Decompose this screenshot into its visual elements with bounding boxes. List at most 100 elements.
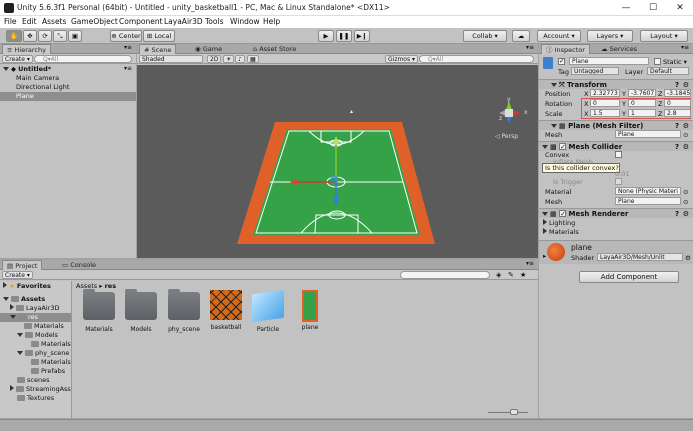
menu-gameobject[interactable]: GameObject	[71, 17, 118, 26]
material-expand-icon[interactable]: ▸	[543, 252, 546, 260]
tree-layaair3d[interactable]: LayaAir3D	[0, 304, 71, 313]
asset-phy-scene-folder[interactable]: phy_scene	[164, 289, 204, 333]
effects-toggle-icon[interactable]: ▦	[247, 55, 259, 63]
2d-toggle[interactable]: 2D	[207, 55, 222, 63]
panel-menu-icon[interactable]: ▾≡	[681, 44, 689, 51]
menu-window[interactable]: Window	[230, 17, 260, 26]
scene-menu-icon[interactable]: ▾≡	[124, 65, 132, 72]
shading-mode-dropdown[interactable]: Shaded	[139, 55, 203, 63]
persp-label[interactable]: ◁ Persp	[495, 133, 518, 140]
rect-tool-button[interactable]: ▣	[68, 30, 82, 42]
menu-help[interactable]: Help	[263, 17, 280, 26]
filter-by-type-icon[interactable]: ◈	[496, 271, 501, 279]
mesh-filter-header[interactable]: ▦ Plane (Mesh Filter) ? ⚙	[539, 120, 693, 130]
asset-models-folder[interactable]: Models	[121, 289, 161, 333]
scene-viewport[interactable]: y x z ◁ Persp	[137, 65, 538, 258]
tree-res[interactable]: res	[0, 313, 71, 322]
breadcrumb-res[interactable]: res	[105, 282, 116, 290]
filter-by-label-icon[interactable]: ✎	[508, 271, 514, 279]
asset-materials-folder[interactable]: Materials	[79, 289, 119, 333]
object-picker-icon[interactable]: ⊙	[683, 198, 688, 206]
menu-component[interactable]: Component	[119, 17, 163, 26]
tree-scenes[interactable]: scenes	[0, 376, 71, 385]
menu-edit[interactable]: Edit	[22, 17, 37, 26]
scale-z-field[interactable]: 2.8	[664, 109, 691, 117]
mesh-collider-header[interactable]: ▩ Mesh Collider ? ⚙	[539, 141, 693, 152]
project-create-button[interactable]: Create ▾	[2, 271, 33, 279]
gizmos-dropdown[interactable]: Gizmos ▾	[385, 55, 419, 63]
lighting-toggle-icon[interactable]: ☀	[223, 55, 235, 63]
tree-phy-scene[interactable]: phy_scene	[0, 349, 71, 358]
move-tool-button[interactable]: ✥	[23, 30, 37, 42]
hierarchy-item-main-camera[interactable]: Main Camera	[0, 74, 136, 83]
static-dropdown[interactable]: Static ▾	[663, 58, 687, 66]
menu-file[interactable]: File	[4, 17, 17, 26]
pivot-local-button[interactable]: ⊞ Local	[143, 30, 175, 42]
lighting-foldout[interactable]: Lighting	[543, 219, 575, 227]
scale-tool-button[interactable]: ⤡	[53, 30, 67, 42]
collab-button[interactable]: Collab ▾	[463, 30, 507, 42]
tab-game[interactable]: ◉ Game	[191, 44, 226, 54]
tab-asset-store[interactable]: ⌂ Asset Store	[249, 44, 300, 54]
panel-menu-icon[interactable]: ▾≡	[526, 44, 534, 51]
scene-root-item[interactable]: ◆ Untitled*	[0, 65, 136, 74]
convex-checkbox[interactable]	[615, 151, 622, 158]
help-icon[interactable]: ?	[675, 142, 679, 152]
tree-textures[interactable]: Textures	[0, 394, 71, 403]
active-checkbox[interactable]	[558, 57, 565, 65]
panel-menu-icon[interactable]: ▾≡	[526, 260, 534, 267]
cloud-icon[interactable]: ☁	[512, 30, 530, 42]
close-button[interactable]: ✕	[668, 1, 692, 15]
asset-particle[interactable]: Particle	[248, 289, 288, 333]
tree-streamingassets[interactable]: StreamingAsse	[0, 385, 71, 394]
hand-tool-button[interactable]: ✋	[6, 30, 22, 42]
tree-prefabs[interactable]: Prefabs	[0, 367, 71, 376]
tag-dropdown[interactable]: Untagged	[571, 67, 619, 75]
menu-assets[interactable]: Assets	[42, 17, 66, 26]
asset-plane-texture[interactable]: plane	[290, 290, 330, 331]
step-button[interactable]: ▶❙	[354, 30, 370, 42]
maximize-button[interactable]: ☐	[641, 1, 665, 15]
position-z-field[interactable]: -3.1845	[664, 89, 691, 97]
hierarchy-item-directional-light[interactable]: Directional Light	[0, 83, 136, 92]
add-component-button[interactable]: Add Component	[579, 271, 679, 283]
collider-mesh-field[interactable]: Plane	[615, 197, 681, 205]
hierarchy-create-button[interactable]: Create ▾	[2, 55, 33, 63]
rotation-z-field[interactable]: 0	[664, 99, 691, 107]
minimize-button[interactable]: —	[614, 1, 638, 15]
object-name-field[interactable]: Plane	[569, 57, 649, 65]
settings-gear-icon[interactable]: ⚙	[683, 142, 689, 152]
position-x-field[interactable]: 2.32773	[590, 89, 620, 97]
rotation-y-field[interactable]: 0	[628, 99, 656, 107]
tab-hierarchy[interactable]: ≡ Hierarchy	[2, 44, 51, 54]
static-checkbox[interactable]	[654, 58, 661, 65]
tree-assets[interactable]: Assets	[0, 295, 71, 304]
rotation-x-field[interactable]: 0	[590, 99, 620, 107]
asset-basketball-texture[interactable]: basketball	[206, 290, 246, 331]
pivot-center-button[interactable]: ⊕ Center	[110, 30, 142, 42]
is-trigger-checkbox[interactable]	[615, 178, 622, 185]
scale-y-field[interactable]: 1	[628, 109, 656, 117]
menu-layaair3d[interactable]: LayaAir3D	[164, 17, 203, 26]
mesh-collider-enabled-checkbox[interactable]	[559, 142, 567, 152]
tree-models[interactable]: Models	[0, 331, 71, 340]
tree-materials[interactable]: Materials	[0, 322, 71, 331]
scale-x-field[interactable]: 1.5	[590, 109, 620, 117]
settings-gear-icon[interactable]: ⚙	[685, 254, 691, 262]
mesh-renderer-header[interactable]: ▦ Mesh Renderer ? ⚙	[539, 208, 693, 219]
settings-gear-icon[interactable]: ⚙	[683, 209, 689, 219]
object-picker-icon[interactable]: ⊙	[683, 131, 688, 139]
settings-gear-icon[interactable]: ⚙	[683, 121, 689, 131]
favorites-item[interactable]: ★ Favorites	[0, 282, 71, 291]
help-icon[interactable]: ?	[675, 209, 679, 219]
menu-tools[interactable]: Tools	[205, 17, 223, 26]
favorite-star-icon[interactable]: ★	[520, 271, 526, 279]
rotate-tool-button[interactable]: ⟳	[38, 30, 52, 42]
layers-button[interactable]: Layers ▾	[587, 30, 633, 42]
audio-toggle-icon[interactable]: ♪	[235, 55, 245, 63]
mesh-renderer-enabled-checkbox[interactable]	[559, 209, 567, 219]
physic-material-field[interactable]: None (Physic Materi	[615, 187, 681, 195]
shader-dropdown[interactable]: LayaAir3D/Mesh/Unlit	[597, 253, 683, 261]
hierarchy-search-input[interactable]: Q▾All	[34, 55, 132, 63]
mesh-filter-field[interactable]: Plane	[615, 130, 681, 138]
